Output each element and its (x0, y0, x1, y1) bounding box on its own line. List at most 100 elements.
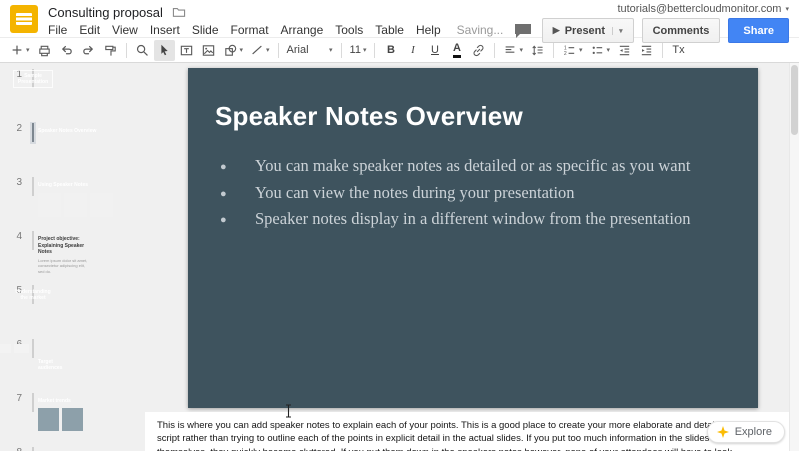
font-family-value: Arial (286, 44, 309, 56)
text-color-label: A (453, 42, 461, 58)
comment-bubble-icon[interactable] (512, 21, 534, 41)
slide-thumbnail-7[interactable]: 7 Market trends (0, 392, 145, 438)
text-cursor-icon (284, 404, 293, 423)
main-area: 1 Sample Presentation 2 Speaker Notes Ov… (0, 63, 799, 451)
chevron-down-icon: ▾ (266, 46, 270, 54)
thumbnail-canvas[interactable]: Sample Presentation (12, 69, 54, 88)
saving-status: Saving... (456, 23, 504, 37)
toolbar-divider (125, 42, 127, 58)
slide-filmstrip: 1 Sample Presentation 2 Speaker Notes Ov… (0, 63, 145, 451)
menu-help[interactable]: Help (410, 23, 447, 37)
explore-label: Explore (734, 426, 772, 438)
undo-button[interactable] (56, 40, 77, 61)
toolbar-divider (277, 42, 279, 58)
menu-tools[interactable]: Tools (329, 23, 369, 37)
comments-button[interactable]: Comments (641, 18, 721, 43)
zoom-button[interactable] (132, 40, 153, 61)
text-box-button[interactable] (176, 40, 197, 61)
toolbar-divider (494, 42, 496, 58)
menu-edit[interactable]: Edit (73, 23, 106, 37)
slides-logo-inner (16, 13, 32, 25)
vertical-scrollbar[interactable] (789, 63, 799, 451)
slide-number: 4 (16, 231, 22, 242)
menu-slide[interactable]: Slide (186, 23, 225, 37)
chevron-down-icon: ▾ (579, 46, 583, 54)
thumbnail-canvas[interactable]: Using Speaker Notes (32, 177, 113, 217)
underline-button[interactable]: U (424, 40, 445, 61)
insert-link-button[interactable] (468, 40, 489, 61)
toolbar-divider (374, 42, 376, 58)
slide-thumbnail-6[interactable]: 6 Target audiences (0, 338, 145, 384)
speaker-notes-panel[interactable]: This is where you can add speaker notes … (145, 412, 799, 451)
toolbar-divider (662, 42, 664, 58)
speaker-notes-text[interactable]: This is where you can add speaker notes … (157, 419, 735, 451)
slides-logo-icon[interactable] (10, 5, 38, 33)
toolbar-divider (553, 42, 554, 58)
insert-image-button[interactable] (198, 40, 219, 61)
slide-canvas[interactable]: Speaker Notes Overview You can make spea… (188, 68, 758, 408)
chevron-down-icon: ▾ (606, 46, 611, 54)
play-icon: ▶ (552, 25, 560, 35)
thumbnail-canvas[interactable]: Speaker Notes Overview (32, 123, 96, 142)
chevron-down-icon: ▾ (519, 46, 523, 54)
folder-icon[interactable] (172, 6, 186, 18)
slide-bullet[interactable]: You can view the notes during your prese… (218, 180, 703, 207)
slide-thumbnail-3[interactable]: 3 Using Speaker Notes (0, 176, 145, 222)
text-color-button[interactable]: A (446, 40, 467, 61)
new-slide-button[interactable]: ▾ (7, 40, 33, 61)
chevron-down-icon: ▾ (239, 46, 244, 54)
chevron-down-icon: ▾ (362, 46, 367, 54)
menu-format[interactable]: Format (225, 23, 275, 37)
slide-thumbnail-5[interactable]: 5 Understanding the market (0, 284, 145, 330)
font-family-select[interactable]: Arial ▾ (284, 40, 336, 61)
present-dropdown-caret[interactable]: ▾ (612, 26, 623, 35)
thumbnail-canvas[interactable]: Understanding the market (15, 285, 51, 304)
account-menu[interactable]: tutorials@bettercloudmonitor.com ▾ (617, 3, 789, 15)
menu-view[interactable]: View (106, 23, 144, 37)
line-button[interactable]: ▾ (247, 40, 273, 61)
redo-button[interactable] (78, 40, 99, 61)
print-button[interactable] (34, 40, 55, 61)
menu-table[interactable]: Table (369, 23, 410, 37)
thumbnail-canvas[interactable]: Target audiences (0, 339, 62, 371)
thumbnail-canvas[interactable] (32, 447, 34, 451)
present-button[interactable]: ▶ Present ▾ (541, 18, 634, 43)
font-size-select[interactable]: 11 ▾ (347, 40, 370, 61)
slide-number: 3 (16, 177, 22, 188)
shape-button[interactable]: ▾ (220, 40, 247, 61)
explore-button[interactable]: Explore (706, 421, 785, 443)
paint-format-button[interactable] (100, 40, 121, 61)
thumbnail-title: Understanding the market (15, 289, 50, 301)
slide-thumbnail-8[interactable]: 8 (0, 446, 145, 451)
chevron-down-icon: ▾ (329, 46, 333, 54)
slide-number: 8 (0, 446, 30, 451)
thumbnail-canvas[interactable]: Market trends (32, 393, 83, 431)
slide-number: 7 (16, 393, 22, 404)
explore-star-icon (716, 426, 729, 438)
font-size-value: 11 (349, 44, 361, 56)
select-cursor-button[interactable] (153, 39, 175, 61)
account-email: tutorials@bettercloudmonitor.com (617, 3, 782, 15)
slide-thumbnail-2[interactable]: 2 Speaker Notes Overview (0, 122, 145, 168)
slide-bullet-list[interactable]: You can make speaker notes as detailed o… (218, 153, 703, 233)
slide-title[interactable]: Speaker Notes Overview (215, 101, 758, 132)
chevron-down-icon: ▾ (785, 5, 789, 13)
menu-arrange[interactable]: Arrange (275, 23, 330, 37)
slide-bullet[interactable]: Speaker notes display in a different win… (218, 206, 703, 233)
present-label: Present (564, 24, 606, 37)
slide-bullet[interactable]: You can make speaker notes as detailed o… (218, 153, 703, 180)
italic-button[interactable]: I (402, 40, 423, 61)
scrollbar-thumb[interactable] (791, 65, 798, 135)
menu-file[interactable]: File (42, 23, 73, 37)
share-button[interactable]: Share (728, 18, 789, 43)
chevron-down-icon: ▾ (26, 46, 30, 54)
toolbar-divider (340, 42, 342, 58)
menu-insert[interactable]: Insert (144, 23, 186, 37)
document-title[interactable]: Consulting proposal (48, 5, 163, 20)
thumbnail-title: Sample Presentation (12, 69, 54, 88)
thumbnail-canvas[interactable]: Project objective: Explaining Speaker No… (32, 231, 87, 274)
bold-button[interactable]: B (380, 40, 401, 61)
slide-thumbnail-4[interactable]: 4 Project objective: Explaining Speaker … (0, 230, 145, 276)
slide-thumbnail-1[interactable]: 1 Sample Presentation (0, 68, 145, 114)
svg-text:2: 2 (564, 51, 567, 57)
